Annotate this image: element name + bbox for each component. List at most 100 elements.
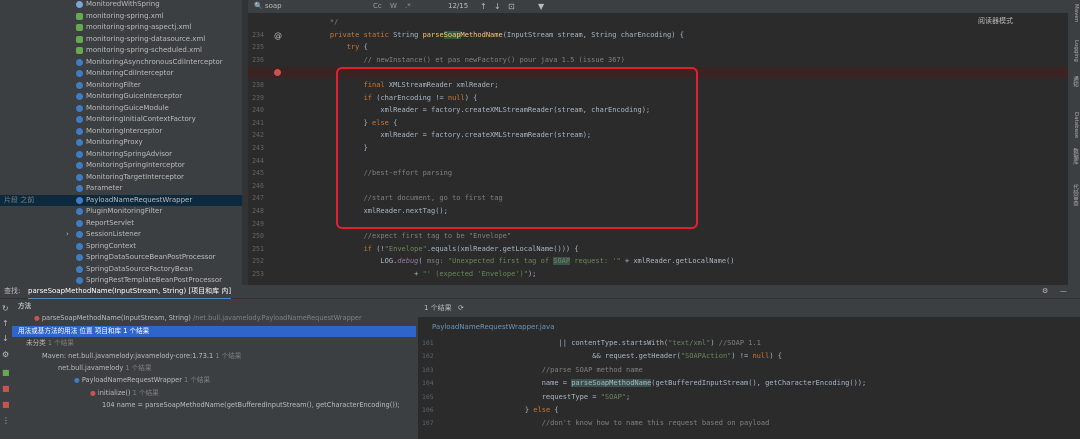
tree-item[interactable]: monitoring-spring.xml — [0, 11, 242, 23]
tree-item[interactable]: MonitoringCdiInterceptor — [0, 68, 242, 80]
result-row[interactable]: Maven: net.bull.javamelody:javamelody-co… — [12, 351, 416, 362]
close-tab-icon[interactable]: × — [222, 285, 228, 298]
tree-item[interactable]: SpringContext — [0, 241, 242, 253]
preview-icon[interactable]: ■ — [2, 369, 10, 377]
tree-item[interactable]: › SessionListener — [0, 229, 242, 241]
preview-code-line[interactable]: } else { — [508, 406, 559, 414]
gear-icon[interactable]: ⚙ — [1042, 285, 1048, 298]
preview-code-line[interactable]: name = parseSoapMethodName(getBufferedIn… — [508, 379, 866, 388]
tree-item[interactable]: PayloadNameRequestWrapper 片段 之前 — [0, 194, 242, 206]
project-tree[interactable]: MonitoredWithSpring monitoring-spring.xml… — [0, 0, 242, 285]
tree-item[interactable]: monitoring-spring-datasource.xml — [0, 34, 242, 46]
tree-item-hint: 片段 之前 — [4, 195, 35, 204]
chevron-right-icon[interactable]: › — [66, 229, 69, 241]
preview-code-line[interactable]: && request.getHeader("SOAPAction") != nu… — [508, 352, 782, 360]
find-bar[interactable]: 🔍 soap Cc W .* 12/15 ↑ ↓ ⊡ ▼ — [248, 0, 1068, 13]
find-tab[interactable]: parseSoapMethodName(InputStream, String)… — [28, 285, 232, 300]
tree-item[interactable]: monitoring-spring-aspectj.xml — [0, 22, 242, 34]
tree-item[interactable]: MonitoringGuiceInterceptor — [0, 91, 242, 103]
filter-icon[interactable]: ▼ — [538, 0, 544, 13]
down-icon[interactable]: ↓ — [2, 335, 10, 343]
reader-mode-toggle[interactable]: 阅读器模式 — [978, 16, 1013, 26]
tree-item[interactable]: MonitoringFilter — [0, 80, 242, 92]
select-all-icon[interactable]: ⊡ — [508, 0, 515, 13]
pin-icon[interactable]: ■ — [2, 401, 10, 409]
find-input[interactable]: 🔍 soap — [254, 0, 282, 13]
tree-item[interactable]: SpringDataSourceFactoryBean — [0, 264, 242, 276]
result-row[interactable]: 104 name = parseSoapMethodName(getBuffer… — [12, 400, 416, 411]
tree-item[interactable]: SpringDataSourceBeanPostProcessor — [0, 252, 242, 264]
tree-item[interactable]: MonitoringSpringInterceptor — [0, 160, 242, 172]
minimize-icon[interactable]: — — [1060, 285, 1067, 298]
code-line[interactable]: try { — [313, 43, 368, 51]
line-number: 102 — [422, 352, 434, 361]
code-line[interactable]: LOG.debug( msg: "Unexpected first tag of… — [313, 257, 734, 266]
side-tab[interactable]: Logging — [1069, 40, 1079, 62]
result-row[interactable]: ● initialize() 1 个结果 — [12, 388, 416, 399]
tree-item[interactable]: MonitoringGuiceModule — [0, 103, 242, 115]
side-tab[interactable]: Maven — [1069, 4, 1079, 22]
code-line[interactable]: private static String parseSoapMethodNam… — [313, 30, 684, 39]
preview-file-name[interactable]: PayloadNameRequestWrapper.java — [432, 323, 554, 331]
side-tab[interactable]: 通知 — [1069, 76, 1079, 87]
result-row[interactable]: 用法或基方法的用法 位置 项目和库 1 个结果 — [12, 325, 416, 337]
preview-code-line[interactable]: //parse SOAP method name — [508, 366, 643, 374]
right-tool-strip: Maven Logging 通知 Database 数据库代码审查 — [1068, 0, 1080, 285]
line-number: 234 — [252, 30, 264, 39]
breakpoint-icon[interactable] — [274, 69, 281, 76]
usage-preview[interactable]: 1 个结果 ⟳ PayloadNameRequestWrapper.java 1… — [418, 299, 1080, 439]
more-icon[interactable]: ⋮ — [2, 417, 10, 425]
refresh-icon[interactable]: ⟳ — [458, 299, 464, 317]
result-row[interactable]: ● PayloadNameRequestWrapper 1 个结果 — [12, 375, 416, 386]
side-tab[interactable]: Database — [1069, 112, 1079, 138]
line-number: 246 — [252, 181, 264, 190]
usage-results-tree[interactable]: 方法 ● parseSoapMethodName(InputStream, Str… — [12, 299, 416, 439]
code-line[interactable]: */ — [313, 18, 338, 26]
tree-item[interactable]: Parameter — [0, 183, 242, 195]
preview-code-line[interactable]: requestType = "SOAP"; — [508, 393, 631, 401]
preview-header: 1 个结果 ⟳ — [418, 299, 1080, 317]
export-icon[interactable]: ■ — [2, 385, 10, 393]
tree-item[interactable]: MonitoringProxy — [0, 137, 242, 149]
result-row[interactable]: 未分类 1 个结果 — [12, 338, 416, 349]
line-number: 103 — [422, 365, 434, 374]
tree-item[interactable]: MonitoringInterceptor — [0, 126, 242, 138]
class-icon — [76, 242, 83, 250]
class-icon — [76, 185, 83, 192]
side-tab[interactable]: 代码审查 — [1069, 184, 1079, 206]
up-icon[interactable]: ↑ — [2, 320, 10, 328]
tree-item[interactable]: monitoring-spring-scheduled.xml — [0, 45, 242, 57]
line-number: 104 — [422, 379, 434, 388]
tree-item-label: SpringDataSourceBeanPostProcessor — [86, 253, 216, 261]
next-match-icon[interactable]: ↓ — [494, 0, 501, 13]
regex-toggle[interactable]: .* — [405, 0, 411, 13]
code-line[interactable]: if (!"Envelope".equals(xmlReader.getLoca… — [313, 245, 579, 253]
preview-code-line[interactable]: || contentType.startsWith("text/xml") //… — [508, 339, 761, 347]
tree-item[interactable]: ReportServlet — [0, 218, 242, 230]
tree-item[interactable]: MonitoringTargetInterceptor — [0, 172, 242, 184]
tree-item[interactable]: PluginMonitoringFilter — [0, 206, 242, 218]
previous-match-icon[interactable]: ↑ — [480, 0, 487, 13]
result-row[interactable]: ● parseSoapMethodName(InputStream, Strin… — [12, 313, 416, 324]
result-count: 1 个结果 — [45, 339, 74, 348]
code-line[interactable]: //expect first tag to be "Envelope" — [313, 232, 512, 240]
result-row[interactable]: 方法 — [12, 301, 416, 312]
match-case-toggle[interactable]: Cc — [373, 0, 382, 13]
code-line[interactable]: // newInstance() et pas newFactory() pou… — [313, 56, 625, 64]
line-number: 240 — [252, 106, 264, 115]
result-row[interactable]: net.bull.javamelody 1 个结果 — [12, 363, 416, 374]
rerun-icon[interactable]: ↻ — [2, 305, 10, 313]
tree-item-label: SpringContext — [86, 241, 137, 250]
whole-word-toggle[interactable]: W — [390, 0, 397, 13]
preview-code-line[interactable]: //don't know how to name this request ba… — [508, 419, 770, 427]
tree-item[interactable]: MonitoredWithSpring — [0, 0, 242, 11]
class-icon — [76, 150, 83, 158]
tree-item[interactable]: SpringRestTemplateBeanPostProcessor — [0, 275, 242, 285]
side-tab[interactable]: 数据库 — [1069, 148, 1079, 165]
tree-item[interactable]: MonitoringSpringAdvisor — [0, 149, 242, 161]
result-label: 方法 — [18, 302, 32, 310]
tree-item[interactable]: MonitoringAsynchronousCdiInterceptor — [0, 57, 242, 69]
settings-icon[interactable]: ⚙ — [2, 351, 10, 359]
code-line[interactable]: + "' (expected 'Envelope')"); — [313, 270, 536, 278]
tree-item[interactable]: MonitoringInitialContextFactory — [0, 114, 242, 126]
